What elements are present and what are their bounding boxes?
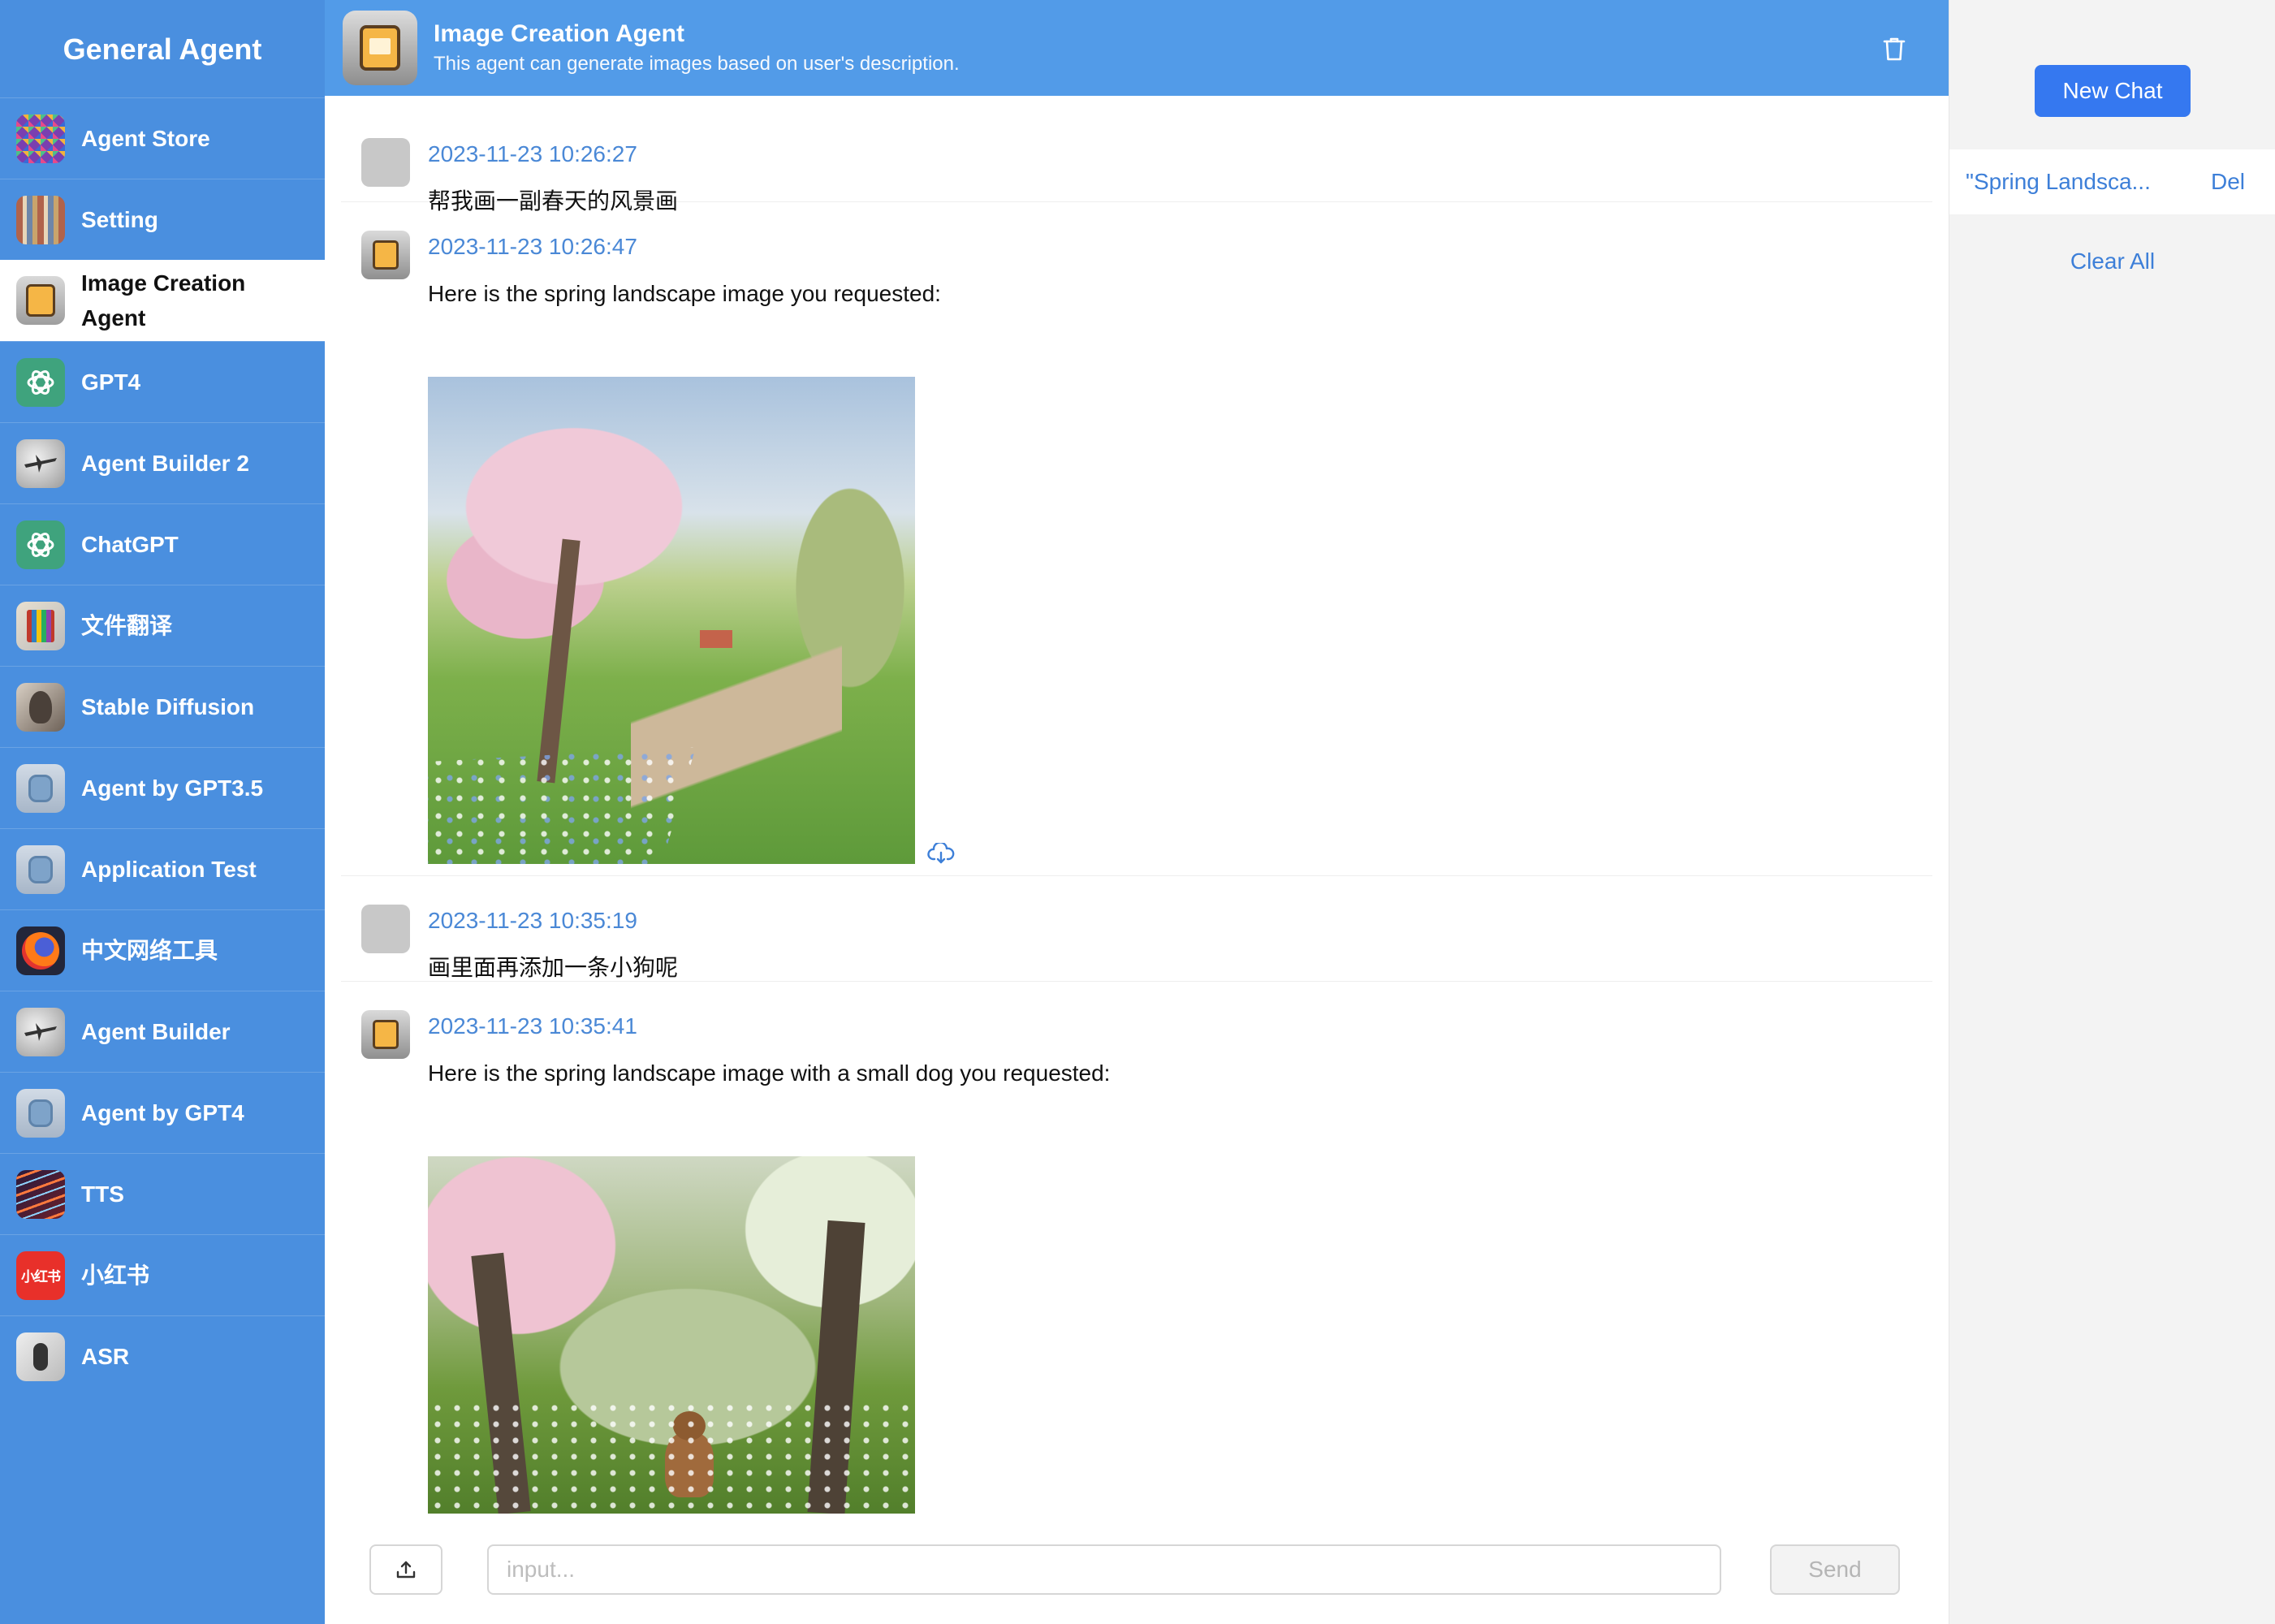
agent-title: Image Creation Agent <box>434 20 684 47</box>
sidebar-item-label: Stable Diffusion <box>81 694 255 719</box>
robot-avatar-icon <box>16 1088 65 1138</box>
sidebar-item-label: Setting <box>81 207 158 232</box>
upload-icon <box>396 1561 416 1579</box>
sound-wave-avatar-icon <box>16 1169 65 1219</box>
robot-avatar-icon <box>16 844 65 894</box>
sidebar-item-agent-by-gpt4[interactable]: Agent by GPT4 <box>0 1072 325 1153</box>
message-agent: 2023-11-23 10:26:47 Here is the spring l… <box>341 201 1932 876</box>
agent-avatar-icon <box>361 231 410 279</box>
openai-logo-icon <box>16 357 65 407</box>
microphone-avatar-icon <box>16 1332 65 1381</box>
message-timestamp: 2023-11-23 10:35:41 <box>428 1013 637 1039</box>
airplane-avatar-icon <box>16 438 65 488</box>
sidebar-item-agent-builder[interactable]: Agent Builder <box>0 991 325 1072</box>
sidebar-item-label: Agent by GPT4 <box>81 1100 244 1125</box>
send-button[interactable]: Send <box>1770 1544 1900 1595</box>
app-folder-avatar-icon <box>16 276 65 325</box>
session-item[interactable]: "Spring Landsca... Del <box>1949 149 2275 214</box>
clear-all-button[interactable]: Clear All <box>1949 245 2275 278</box>
agent-info: Image Creation Agent This agent can gene… <box>434 18 960 78</box>
message-timestamp: 2023-11-23 10:26:47 <box>428 234 637 259</box>
sidebar-item-label: Agent Builder <box>81 1019 231 1044</box>
chat-header: Image Creation Agent This agent can gene… <box>325 0 1949 96</box>
agent-description: This agent can generate images based on … <box>434 53 960 75</box>
airplane-avatar-icon <box>16 1007 65 1056</box>
bookshelf-avatar-icon <box>16 195 65 244</box>
sidebar-item-label: 中文网络工具 <box>81 938 218 963</box>
sidebar-item-tts[interactable]: TTS <box>0 1153 325 1234</box>
chat-main: Image Creation Agent This agent can gene… <box>325 0 1949 1624</box>
user-avatar <box>361 905 410 953</box>
sidebar-item-label: Application Test <box>81 857 257 882</box>
app-title: General Agent <box>63 32 262 66</box>
message-timestamp: 2023-11-23 10:26:27 <box>428 141 637 166</box>
sidebar-item-asr[interactable]: ASR <box>0 1315 325 1397</box>
sidebar: General Agent Agent Store Setting Image … <box>0 0 325 1624</box>
trash-icon[interactable] <box>1882 36 1906 62</box>
firefox-logo-icon <box>16 926 65 975</box>
sidebar-item-chinese-network-tools[interactable]: 中文网络工具 <box>0 909 325 991</box>
sidebar-item-label: 小红书 <box>81 1263 150 1288</box>
sidebar-item-stable-diffusion[interactable]: Stable Diffusion <box>0 666 325 747</box>
input-bar: Send <box>325 1525 1949 1624</box>
message-user: 2023-11-23 10:35:19 画里面再添加一条小狗呢 <box>341 875 1932 982</box>
message-user: 2023-11-23 10:26:27 帮我画一副春天的风景画 <box>341 109 1932 214</box>
generated-image-spring-landscape[interactable] <box>428 377 915 864</box>
books-avatar-icon <box>16 601 65 650</box>
message-text: Here is the spring landscape image you r… <box>428 281 941 306</box>
message-list[interactable]: 2023-11-23 10:26:27 帮我画一副春天的风景画 2023-11-… <box>325 96 1949 1525</box>
mosaic-avatar-icon <box>16 114 65 163</box>
chat-input[interactable] <box>487 1544 1721 1595</box>
cloud-download-icon[interactable] <box>927 841 955 866</box>
sidebar-item-agent-builder-2[interactable]: Agent Builder 2 <box>0 422 325 503</box>
sidebar-item-label: Agent by GPT3.5 <box>81 775 264 801</box>
openai-logo-icon <box>16 520 65 569</box>
session-panel: New Chat "Spring Landsca... Del Clear Al… <box>1949 0 2275 1624</box>
sidebar-item-label: Agent Builder 2 <box>81 451 249 476</box>
sidebar-item-file-translate[interactable]: 文件翻译 <box>0 585 325 666</box>
message-text: Here is the spring landscape image with … <box>428 1060 1111 1086</box>
message-text: 画里面再添加一条小狗呢 <box>428 955 679 980</box>
sidebar-item-label: GPT4 <box>81 369 141 395</box>
sidebar-item-agent-by-gpt35[interactable]: Agent by GPT3.5 <box>0 747 325 828</box>
sidebar-item-setting[interactable]: Setting <box>0 179 325 260</box>
generated-image-spring-landscape-with-dog[interactable] <box>428 1156 915 1514</box>
user-avatar <box>361 138 410 187</box>
agent-avatar-icon <box>343 11 417 85</box>
upload-button[interactable] <box>369 1544 442 1595</box>
sidebar-item-xiaohongshu[interactable]: 小红书 小红书 <box>0 1234 325 1315</box>
session-delete-button[interactable]: Del <box>2211 166 2245 198</box>
sidebar-item-label: ASR <box>81 1344 130 1369</box>
xiaohongshu-logo-icon: 小红书 <box>16 1250 65 1300</box>
sidebar-item-application-test[interactable]: Application Test <box>0 828 325 909</box>
sidebar-item-agent-store[interactable]: Agent Store <box>0 97 325 179</box>
sidebar-item-label: 文件翻译 <box>81 613 173 638</box>
new-chat-button[interactable]: New Chat <box>2035 65 2191 117</box>
message-agent: 2023-11-23 10:35:41 Here is the spring l… <box>341 981 1932 1525</box>
sidebar-item-label: TTS <box>81 1181 124 1207</box>
sidebar-item-label: ChatGPT <box>81 532 179 557</box>
sidebar-item-chatgpt[interactable]: ChatGPT <box>0 503 325 585</box>
sidebar-item-label: Image Creation Agent <box>81 270 246 330</box>
agent-avatar-icon <box>361 1010 410 1059</box>
message-timestamp: 2023-11-23 10:35:19 <box>428 908 637 933</box>
sidebar-item-gpt4[interactable]: GPT4 <box>0 341 325 422</box>
sidebar-item-label: Agent Store <box>81 126 210 151</box>
robot-avatar-icon <box>16 763 65 813</box>
portrait-avatar-icon <box>16 682 65 732</box>
sidebar-item-image-creation-agent[interactable]: Image Creation Agent <box>0 260 325 341</box>
session-title[interactable]: "Spring Landsca... <box>1966 166 2151 198</box>
